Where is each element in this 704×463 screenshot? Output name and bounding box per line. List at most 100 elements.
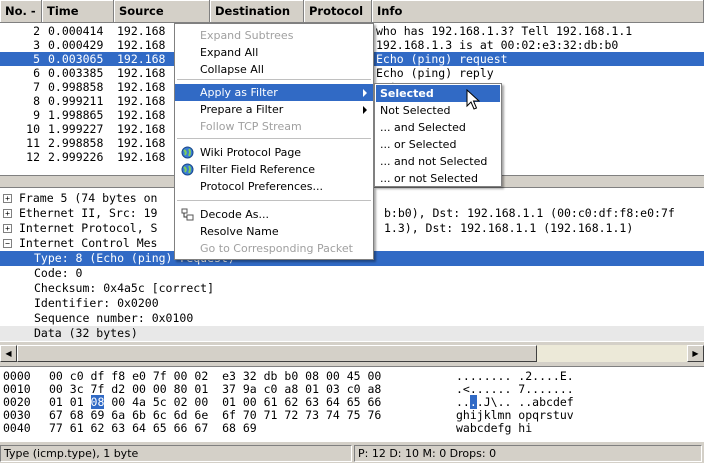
- submenu-item-label: ... or Selected: [380, 138, 457, 151]
- tree-row-label: Identifier: 0x0200: [34, 296, 159, 310]
- packet-number: 5: [33, 52, 40, 66]
- expand-icon[interactable]: +: [3, 194, 12, 203]
- packet-number: 8: [33, 94, 40, 108]
- menu-item-decode-as[interactable]: Decode As...: [175, 206, 373, 223]
- column-label: Time: [47, 4, 79, 18]
- menu-item-prepare-a-filter[interactable]: Prepare a Filter: [175, 101, 373, 118]
- hex-byte-selected[interactable]: 08: [90, 395, 105, 409]
- menu-item-filter-field-reference[interactable]: Filter Field Reference: [175, 161, 373, 178]
- packet-source: 192.168: [117, 94, 166, 108]
- context-menu: Expand Subtrees Expand All Collapse All App…: [174, 23, 374, 260]
- hex-byte-run[interactable]: 00 4a 5c 02 00 01 00 61 62 63 64 65 66: [104, 395, 381, 409]
- packet-info: Echo (ping) reply: [376, 66, 494, 80]
- packet-time: 2.999226: [48, 150, 104, 164]
- hex-dump-pane[interactable]: 0000 00 c0 df f8 e0 7f 00 02 e3 32 db b0 …: [0, 366, 704, 442]
- packet-source: 192.168: [117, 24, 166, 38]
- submenu-item-label: Selected: [380, 87, 434, 100]
- ascii-run[interactable]: .J\.. ..abcdef: [477, 395, 574, 409]
- globe-icon: [181, 163, 194, 176]
- tree-row-label: Code: 0: [34, 266, 83, 280]
- packet-time: 1.998865: [48, 108, 104, 122]
- submenu-item-and-not-selected[interactable]: ... and not Selected: [376, 153, 500, 170]
- tree-row-label: Ethernet II, Src: 19: [19, 206, 158, 220]
- submenu-item-not-selected[interactable]: Not Selected: [376, 102, 500, 119]
- expand-icon[interactable]: +: [3, 209, 12, 218]
- packet-source: 192.168: [117, 122, 166, 136]
- menu-item-apply-as-filter[interactable]: Apply as Filter: [175, 84, 373, 101]
- column-destination[interactable]: Destination: [210, 0, 304, 23]
- packet-number: 12: [26, 150, 40, 164]
- ascii-char-selected[interactable]: .: [469, 395, 477, 409]
- status-packet-counts: P: 12 D: 10 M: 0 Drops: 0: [354, 445, 702, 462]
- menu-item-label: Protocol Preferences...: [200, 180, 324, 193]
- column-time[interactable]: Time: [42, 0, 114, 23]
- ascii-run[interactable]: ..: [456, 395, 470, 409]
- submenu-item-or-not-selected[interactable]: ... or not Selected: [376, 170, 500, 187]
- status-field-info: Type (icmp.type), 1 byte: [0, 445, 352, 462]
- expand-icon[interactable]: +: [3, 224, 12, 233]
- column-no[interactable]: No. -: [0, 0, 42, 23]
- column-protocol[interactable]: Protocol: [304, 0, 372, 23]
- tree-row-label-rest: 1.3), Dst: 192.168.1.1 (192.168.1.1): [384, 221, 634, 235]
- tree-row-label: Internet Control Mes: [19, 236, 158, 250]
- tree-row[interactable]: Code: 0: [0, 266, 704, 281]
- packet-source: 192.168: [117, 66, 166, 80]
- column-info[interactable]: Info: [372, 0, 704, 23]
- scroll-left-button[interactable]: ◀: [0, 345, 17, 362]
- packet-number: 3: [33, 38, 40, 52]
- tree-row-label: Sequence number: 0x0100: [34, 311, 194, 325]
- tree-row[interactable]: Checksum: 0x4a5c [correct]: [0, 281, 704, 296]
- packet-number: 2: [33, 24, 40, 38]
- status-bar: Type (icmp.type), 1 byte P: 12 D: 10 M: …: [0, 443, 704, 463]
- menu-item-go-to-corresponding-packet: Go to Corresponding Packet: [175, 240, 373, 257]
- tree-row-label: Checksum: 0x4a5c [correct]: [34, 281, 215, 295]
- packet-source: 192.168: [117, 136, 166, 150]
- submenu-item-label: ... or not Selected: [380, 172, 478, 185]
- column-label: No. -: [5, 4, 36, 18]
- tree-row-label-rest: b:b0), Dst: 192.168.1.1 (00:c0:df:f8:e0:…: [384, 206, 675, 220]
- submenu-item-selected[interactable]: Selected: [376, 85, 500, 102]
- collapse-icon[interactable]: −: [3, 239, 12, 248]
- mouse-cursor-icon: [466, 89, 480, 110]
- menu-item-label: Follow TCP Stream: [200, 120, 302, 133]
- scroll-right-button[interactable]: ▶: [687, 345, 704, 362]
- packet-time: 0.003065: [48, 52, 104, 66]
- packet-time: 0.999211: [48, 94, 104, 108]
- tree-row[interactable]: Data (32 bytes): [0, 326, 704, 341]
- menu-item-label: Resolve Name: [200, 225, 279, 238]
- menu-item-label: Wiki Protocol Page: [200, 146, 302, 159]
- menu-item-label: Filter Field Reference: [200, 163, 316, 176]
- hex-byte-run[interactable]: 01 01: [49, 395, 91, 409]
- menu-item-label: Collapse All: [200, 63, 264, 76]
- menu-item-expand-all[interactable]: Expand All: [175, 44, 373, 61]
- packet-time: 0.003385: [48, 66, 104, 80]
- scroll-thumb[interactable]: [17, 345, 537, 362]
- submenu-item-and-selected[interactable]: ... and Selected: [376, 119, 500, 136]
- menu-separator: [177, 79, 371, 80]
- submenu-item-label: ... and Selected: [380, 121, 466, 134]
- menu-item-label: Decode As...: [200, 208, 270, 221]
- globe-icon: [181, 146, 194, 159]
- menu-item-collapse-all[interactable]: Collapse All: [175, 61, 373, 78]
- menu-item-follow-tcp-stream: Follow TCP Stream: [175, 118, 373, 135]
- submenu-item-or-selected[interactable]: ... or Selected: [376, 136, 500, 153]
- tree-row[interactable]: Identifier: 0x0200: [0, 296, 704, 311]
- packet-number: 11: [26, 136, 40, 150]
- menu-item-protocol-preferences[interactable]: Protocol Preferences...: [175, 178, 373, 195]
- packet-info: who has 192.168.1.3? Tell 192.168.1.1: [376, 24, 633, 38]
- packet-number: 9: [33, 108, 40, 122]
- column-source[interactable]: Source: [114, 0, 210, 23]
- menu-item-wiki-protocol-page[interactable]: Wiki Protocol Page: [175, 144, 373, 161]
- menu-item-label: Expand All: [200, 46, 259, 59]
- column-label: Destination: [215, 4, 291, 18]
- submenu-arrow-icon: [363, 89, 367, 97]
- submenu-arrow-icon: [363, 106, 367, 114]
- tree-row-label: Internet Protocol, S: [19, 221, 158, 235]
- packet-time: 0.998858: [48, 80, 104, 94]
- horizontal-scrollbar[interactable]: ◀ ▶: [0, 345, 704, 362]
- tree-row[interactable]: Sequence number: 0x0100: [0, 311, 704, 326]
- packet-source: 192.168: [117, 52, 166, 66]
- packet-source: 192.168: [117, 108, 166, 122]
- menu-item-label: Expand Subtrees: [200, 29, 294, 42]
- menu-item-resolve-name[interactable]: Resolve Name: [175, 223, 373, 240]
